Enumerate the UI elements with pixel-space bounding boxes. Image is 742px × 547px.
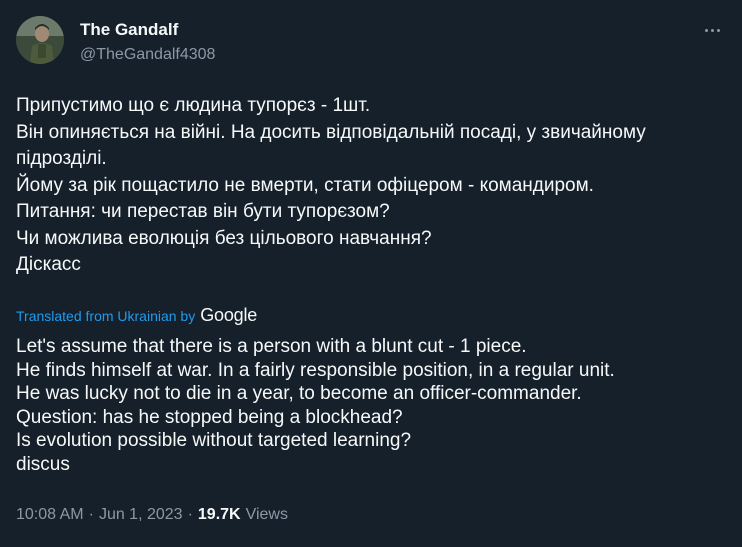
translation-line: Let's assume that there is a person with… bbox=[16, 336, 527, 357]
translated-by-link[interactable]: Translated from Ukrainian by Google bbox=[16, 305, 257, 326]
tweet-line: підрозділі. bbox=[16, 148, 107, 169]
translation-line: He was lucky not to die in a year, to be… bbox=[16, 383, 582, 404]
meta-separator: · bbox=[88, 506, 94, 523]
translation-line: Is evolution possible without targeted l… bbox=[16, 430, 412, 451]
display-name[interactable]: The Gandalf bbox=[80, 20, 215, 40]
tweet-meta: 10:08 AM · Jun 1, 2023 · 19.7K Views bbox=[16, 506, 288, 524]
views-count[interactable]: 19.7K bbox=[198, 506, 241, 524]
google-logo: Google bbox=[200, 305, 258, 325]
translation-line: Question: has he stopped being a blockhe… bbox=[16, 406, 403, 428]
translated-from-label: Translated from Ukrainian by bbox=[16, 307, 196, 324]
user-handle[interactable]: @TheGandalf4308 bbox=[80, 45, 215, 65]
translation-line: discus bbox=[16, 453, 70, 475]
tweet-date[interactable]: Jun 1, 2023 bbox=[99, 506, 183, 524]
tweet-line: Припустимо що є людина тупорєз - 1шт. bbox=[16, 95, 371, 116]
avatar[interactable] bbox=[16, 16, 64, 64]
avatar-image bbox=[16, 16, 64, 64]
tweet-original-text: Припустимо що є людина тупорєз - 1шт. Ві… bbox=[16, 93, 726, 279]
views-label: Views bbox=[245, 506, 288, 523]
meta-separator: · bbox=[187, 506, 193, 523]
tweet: The Gandalf @TheGandalf4308 Припустимо щ… bbox=[0, 0, 742, 547]
tweet-line: Йому за рік пощастило не вмерти, стати о… bbox=[16, 174, 594, 196]
tweet-translation-text: Let's assume that there is a person with… bbox=[16, 335, 726, 476]
tweet-line: Він опиняється на війні. На досить відпо… bbox=[16, 121, 646, 143]
tweet-line: Діскасс bbox=[16, 254, 81, 275]
author-block[interactable]: The Gandalf @TheGandalf4308 bbox=[80, 20, 215, 65]
tweet-line: Питання: чи перестав він бути тупорєзом? bbox=[16, 201, 390, 222]
tweet-line: Чи можлива еволюція без цільового навчан… bbox=[16, 227, 432, 249]
tweet-time[interactable]: 10:08 AM bbox=[16, 506, 84, 524]
more-options-icon[interactable] bbox=[700, 20, 724, 40]
translation-line: He finds himself at war. In a fairly res… bbox=[16, 359, 615, 381]
